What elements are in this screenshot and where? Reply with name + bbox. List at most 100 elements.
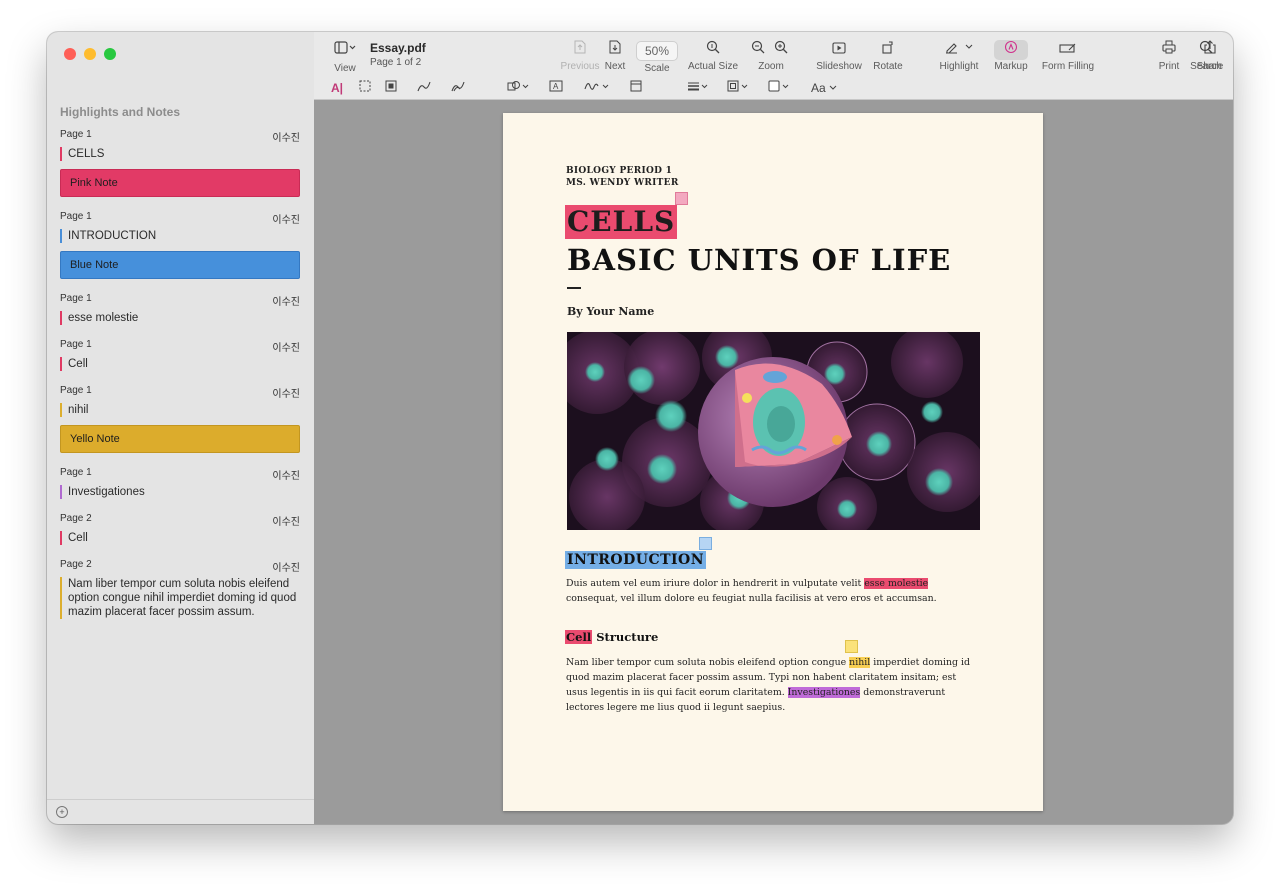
nihil-highlight[interactable]: nihil — [849, 657, 871, 668]
entry-page: Page 1 — [60, 339, 92, 350]
investigationes-highlight[interactable]: Investigationes — [787, 687, 861, 698]
markup-toolbar: A| A Aa — [314, 78, 1233, 99]
instant-alpha-icon[interactable] — [385, 80, 397, 96]
intro-paragraph: Duis autem vel eum iriure dolor in hendr… — [566, 576, 971, 606]
blue-note-marker[interactable] — [699, 537, 712, 550]
rotate-icon — [871, 40, 905, 60]
border-color-icon[interactable] — [727, 80, 749, 96]
p1-text-b: consequat, vel illum dolore eu feugiat n… — [566, 593, 937, 604]
list-item[interactable]: Page 1 이수진 esse molestie — [60, 293, 300, 325]
highlight-button[interactable]: Highlight — [938, 40, 980, 72]
form-filling-button[interactable]: Form Filling — [1036, 40, 1100, 72]
zoom-control[interactable]: Zoom — [746, 40, 796, 72]
text-box-icon[interactable]: A — [549, 80, 563, 96]
entry-page: Page 1 — [60, 211, 92, 222]
list-item[interactable]: Page 2 이수진 Cell — [60, 513, 300, 545]
esse-molestie-highlight[interactable]: esse molestie — [864, 578, 929, 589]
highlights-list: Page 1 이수진 CELLS Pink Note Page 1 이수진 INTR… — [60, 129, 300, 633]
zoom-label: Zoom — [758, 61, 784, 72]
close-button[interactable] — [64, 48, 76, 60]
blue-note[interactable]: Blue Note — [60, 251, 300, 279]
shapes-icon[interactable] — [507, 80, 529, 96]
entry-page: Page 1 — [60, 385, 92, 396]
entry-author: 이수진 — [272, 517, 300, 528]
cell-heading-rest: Structure — [592, 630, 659, 644]
course-name: BIOLOGY PERIOD 1 — [566, 166, 673, 176]
fill-color-icon[interactable] — [768, 80, 790, 96]
entry-text: Nam liber tempor cum soluta nobis eleife… — [60, 577, 300, 619]
actual-size-button[interactable]: Actual Size — [686, 40, 740, 72]
sketch-icon[interactable] — [417, 80, 431, 96]
entry-page: Page 2 — [60, 559, 92, 570]
search-label: Search — [1190, 61, 1222, 72]
pink-note[interactable]: Pink Note — [60, 169, 300, 197]
slideshow-label: Slideshow — [816, 61, 862, 72]
entry-page: Page 2 — [60, 513, 92, 524]
pdf-page[interactable]: BIOLOGY PERIOD 1 MS. WENDY WRITER CELLS … — [503, 113, 1043, 811]
list-item[interactable]: Page 2 이수진 Nam liber tempor cum soluta no… — [60, 559, 300, 619]
list-item[interactable]: Page 1 이수진 Cell — [60, 339, 300, 371]
sidebar-footer: + — [47, 799, 314, 824]
course-info: BIOLOGY PERIOD 1 MS. WENDY WRITER — [566, 165, 679, 189]
print-button[interactable]: Print — [1156, 40, 1182, 72]
title-highlight[interactable]: CELLS — [565, 205, 678, 239]
document-name: Essay.pdf — [370, 41, 426, 55]
entry-text: CELLS — [60, 147, 300, 161]
cell-structure-heading: Cell Structure — [565, 630, 658, 644]
p1-text-a: Duis autem vel eum iriure dolor in hendr… — [566, 578, 865, 589]
search-button[interactable]: Search — [1187, 40, 1225, 72]
pink-note-marker[interactable] — [675, 192, 688, 205]
draw-icon[interactable] — [451, 80, 465, 96]
signature-icon[interactable] — [584, 80, 610, 96]
scale-control[interactable]: 50% Scale — [634, 41, 680, 74]
list-item[interactable]: Page 1 이수진 Investigationes — [60, 467, 300, 499]
zoom-icons — [746, 40, 796, 60]
list-item[interactable]: Page 1 이수진 CELLS Pink Note — [60, 129, 300, 197]
entry-author: 이수진 — [272, 215, 300, 226]
markup-label: Markup — [994, 61, 1028, 72]
sidebar-icon — [330, 41, 360, 61]
document-title: Essay.pdf Page 1 of 2 — [370, 41, 426, 68]
markup-button[interactable]: Markup — [992, 40, 1030, 72]
yellow-note-marker[interactable] — [845, 640, 858, 653]
previous-button[interactable]: Previous — [559, 40, 601, 72]
preview-window: Highlights and Notes Page 1 이수진 CELLS Pin… — [47, 32, 1233, 824]
entry-author: 이수진 — [272, 471, 300, 482]
document-area[interactable]: BIOLOGY PERIOD 1 MS. WENDY WRITER CELLS … — [314, 100, 1233, 824]
view-button[interactable]: View — [330, 41, 360, 74]
form-filling-icon — [1036, 40, 1100, 60]
search-icon — [1187, 40, 1225, 60]
text-style-button[interactable]: Aa — [811, 80, 837, 96]
next-button[interactable]: Next — [602, 40, 628, 72]
scale-value[interactable]: 50% — [635, 41, 679, 61]
text-selection-icon[interactable]: A| — [331, 80, 343, 96]
list-item[interactable]: Page 1 이수진 nihil Yello Note — [60, 385, 300, 453]
markup-icon — [994, 40, 1028, 60]
entry-text: INTRODUCTION — [60, 229, 300, 243]
entry-text: esse molestie — [60, 311, 300, 325]
note-icon[interactable] — [630, 80, 642, 96]
scale-label: Scale — [644, 63, 670, 74]
cell-highlight[interactable]: Cell — [565, 630, 593, 644]
text-style-label: Aa — [811, 81, 826, 95]
yellow-note[interactable]: Yello Note — [60, 425, 300, 453]
byline: By Your Name — [567, 305, 655, 318]
list-item[interactable]: Page 1 이수진 INTRODUCTION Blue Note — [60, 211, 300, 279]
entry-text: Cell — [60, 357, 300, 371]
entry-text: nihil — [60, 403, 300, 417]
p2-text-a: Nam liber tempor cum soluta nobis eleife… — [566, 657, 850, 668]
add-icon[interactable]: + — [56, 806, 68, 818]
window-controls — [64, 48, 116, 60]
intro-highlight[interactable]: INTRODUCTION — [565, 551, 707, 569]
slideshow-button[interactable]: Slideshow — [814, 40, 864, 72]
minimize-button[interactable] — [84, 48, 96, 60]
rectangular-selection-icon[interactable] — [359, 80, 371, 96]
sidebar-title: Highlights and Notes — [60, 105, 180, 119]
entry-page: Page 1 — [60, 467, 92, 478]
rotate-button[interactable]: Rotate — [871, 40, 905, 72]
entry-author: 이수진 — [272, 343, 300, 354]
zoom-button[interactable] — [104, 48, 116, 60]
next-page-icon — [602, 40, 628, 60]
entry-author: 이수진 — [272, 389, 300, 400]
shape-style-icon[interactable] — [687, 80, 709, 96]
